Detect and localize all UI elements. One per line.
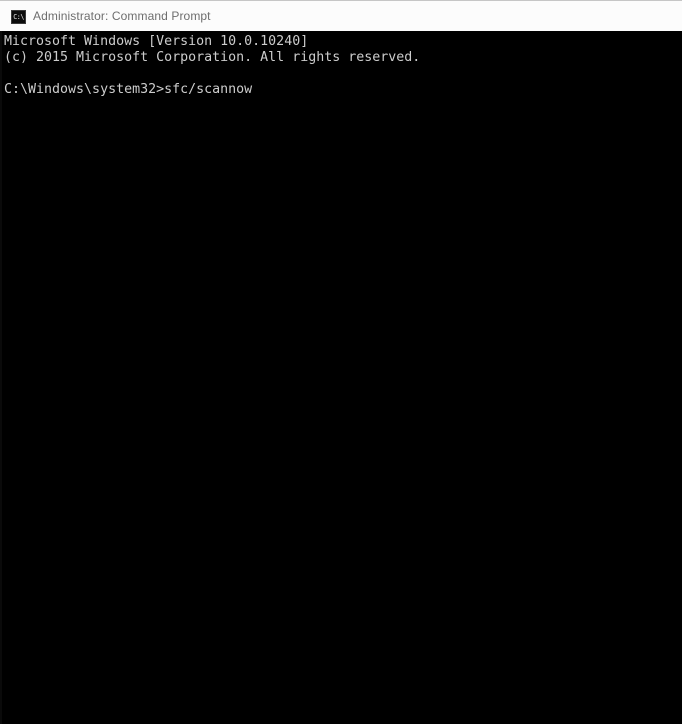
cmd-icon[interactable]: C:\ bbox=[11, 10, 26, 24]
text-caret bbox=[252, 99, 260, 101]
window-titlebar[interactable]: C:\ Administrator: Command Prompt bbox=[0, 0, 682, 31]
command-prompt-window: C:\ Administrator: Command Prompt Micros… bbox=[0, 0, 682, 724]
cmd-icon-glyph: C:\ bbox=[13, 12, 24, 21]
window-title: Administrator: Command Prompt bbox=[33, 9, 211, 23]
console-text: Microsoft Windows [Version 10.0.10240] (… bbox=[4, 34, 421, 97]
console-output-area[interactable]: Microsoft Windows [Version 10.0.10240] (… bbox=[0, 31, 682, 724]
